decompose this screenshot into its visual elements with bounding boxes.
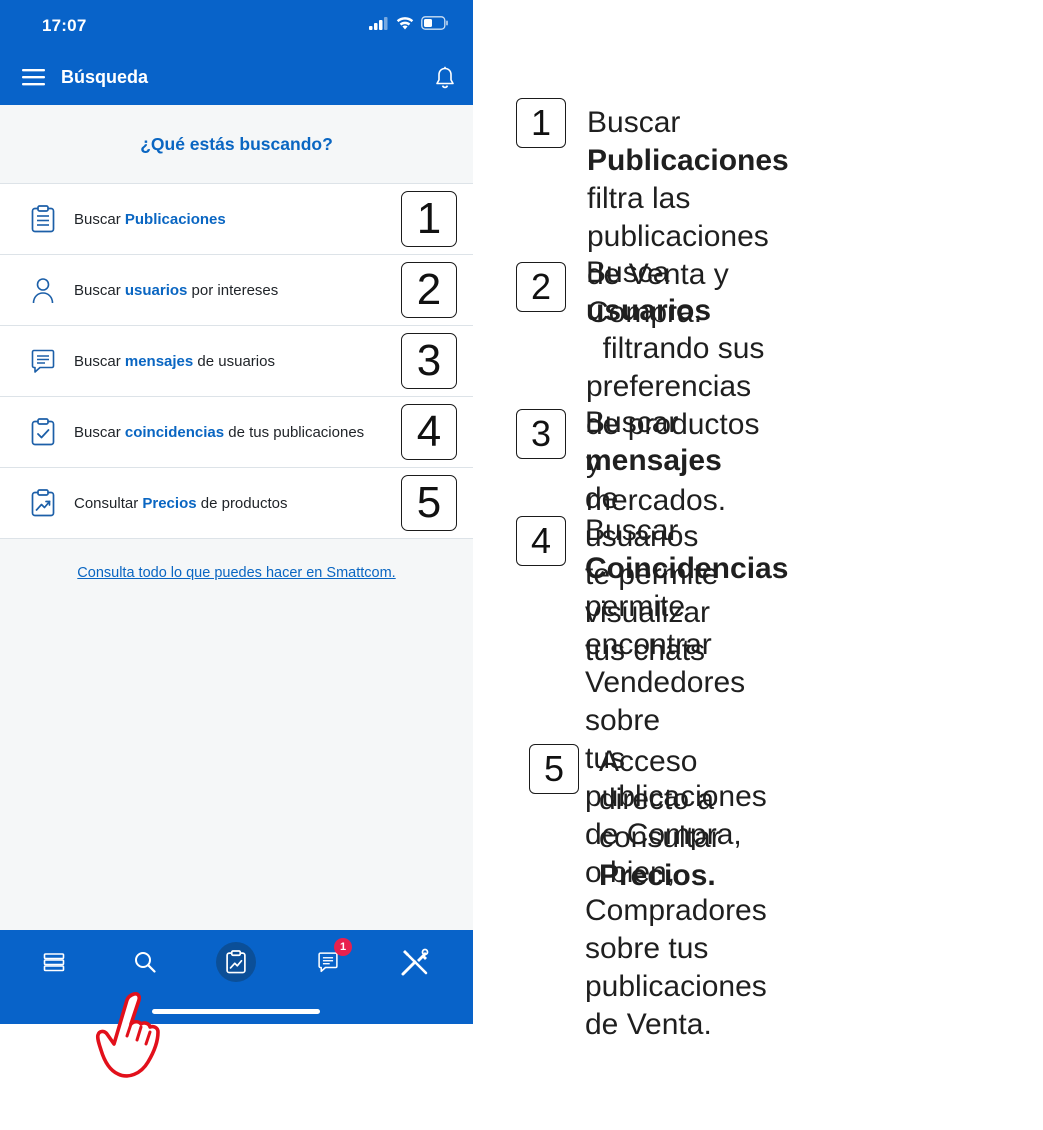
row-label: Buscar coincidencias de tus publicacione…	[74, 423, 365, 441]
list-icon	[43, 953, 65, 972]
hamburger-menu-icon[interactable]	[22, 68, 45, 86]
explanation-number-4: 4	[516, 516, 566, 566]
explanation-text-5: Acceso directo a consultar Precios.	[599, 745, 721, 892]
callout-number-1: 1	[401, 191, 457, 247]
status-time: 17:07	[42, 16, 87, 35]
price-chart-icon	[226, 950, 246, 974]
check-prices-row[interactable]: Consultar Precios de productos 5	[0, 468, 473, 539]
callout-number-2: 2	[401, 262, 457, 318]
explanation-number-1: 1	[516, 98, 566, 148]
wifi-icon	[396, 17, 414, 30]
row-label: Buscar Publicaciones	[74, 210, 226, 228]
row-label: Buscar mensajes de usuarios	[74, 352, 275, 370]
messages-icon	[318, 952, 338, 973]
callout-number-4: 4	[401, 404, 457, 460]
page-title: Búsqueda	[61, 67, 149, 87]
home-indicator	[152, 1009, 320, 1014]
row-label: Buscar usuarios por intereses	[74, 281, 279, 299]
tab-messages[interactable]: 1	[308, 938, 352, 982]
clipboard-check-icon	[29, 418, 57, 446]
search-publications-row[interactable]: Buscar Publicaciones 1	[0, 184, 473, 255]
message-icon	[29, 347, 57, 375]
phone-screen: 17:07 Búsqueda ¿Qué estás buscando? Busc…	[0, 0, 473, 1024]
bell-icon[interactable]	[434, 66, 456, 90]
search-options-list: Buscar Publicaciones 1 Buscar usuarios p…	[0, 184, 473, 539]
tools-icon	[401, 948, 429, 976]
explanation-number-5: 5	[529, 744, 579, 794]
clipboard-chart-icon	[29, 489, 57, 517]
signal-icon	[369, 16, 388, 30]
search-messages-row[interactable]: Buscar mensajes de usuarios 3	[0, 326, 473, 397]
explanation-number-2: 2	[516, 262, 566, 312]
tab-search[interactable]	[125, 942, 165, 982]
search-icon	[135, 952, 156, 973]
callout-number-5: 5	[401, 475, 457, 531]
tab-prices[interactable]	[216, 942, 256, 982]
clipboard-list-icon	[29, 205, 57, 233]
help-link[interactable]: Consulta todo lo que puedes hacer en Sma…	[0, 565, 473, 581]
tab-tools[interactable]	[395, 942, 435, 982]
pointing-hand-icon	[95, 992, 160, 1078]
tab-listings[interactable]	[34, 942, 74, 982]
row-label: Consultar Precios de productos	[74, 494, 288, 512]
callout-number-3: 3	[401, 333, 457, 389]
search-users-row[interactable]: Buscar usuarios por intereses 2	[0, 255, 473, 326]
search-matches-row[interactable]: Buscar coincidencias de tus publicacione…	[0, 397, 473, 468]
battery-icon	[421, 16, 448, 30]
search-question: ¿Qué estás buscando?	[0, 105, 473, 184]
explanation-number-3: 3	[516, 409, 566, 459]
status-icons	[369, 16, 449, 30]
user-icon	[29, 276, 57, 304]
app-header: 17:07 Búsqueda	[0, 0, 473, 105]
messages-badge: 1	[334, 938, 352, 956]
